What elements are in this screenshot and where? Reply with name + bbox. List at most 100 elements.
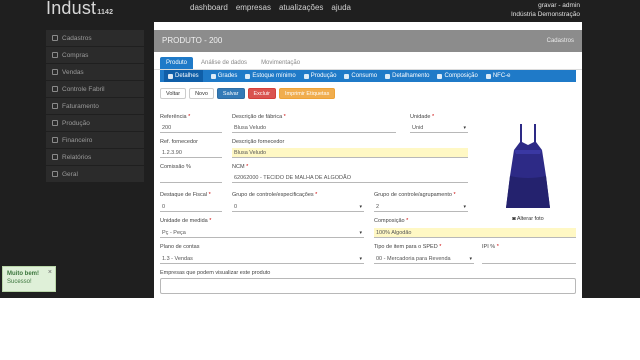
subtab-estoque[interactable]: Estoque mínimo [245,73,296,79]
grouping-label: Grupo de controle/agrupamento * [374,192,456,198]
top-nav: dashboard empresas atualizações ajuda [190,3,351,12]
chevron-down-icon: ▾ [359,230,362,236]
close-icon[interactable]: × [48,269,52,277]
product-photo [480,118,576,214]
measure-unit-label: Unidade de medida * [160,218,212,224]
list-icon [168,73,173,79]
subtab-detalhes[interactable]: Detalhes [164,70,203,82]
supplier-ref-field[interactable]: 1.2.3.90 [160,148,222,158]
supplier-desc-label: Descrição fornecedor [232,139,285,145]
top-bar: Indust1142 dashboard empresas atualizaçõ… [0,0,640,22]
supplier-desc-field[interactable]: Blusa Veludo [232,148,468,158]
sped-type-select[interactable]: 00 - Mercadoria para Revenda ▾ [374,254,474,264]
control-group-select[interactable]: 0 ▾ [232,202,364,212]
sidebar-item-geral[interactable]: Geral [46,166,144,183]
subtab-nfce[interactable]: NFC-e [485,73,511,79]
money-icon [52,137,58,143]
fiscal-label: Destaque de Fiscal * [160,192,211,198]
nav-ajuda[interactable]: ajuda [331,3,351,12]
sidebar: Cadastros Compras Vendas Controle Fabril… [46,30,144,183]
sidebar-item-relatorios[interactable]: Relatórios [46,149,144,166]
unit-label: Unidade * [410,114,435,120]
change-photo-button[interactable]: ◙ Alterar foto [476,216,580,224]
sidebar-item-cadastros[interactable]: Cadastros [46,30,144,47]
subtab-grades[interactable]: Grades [210,73,237,79]
camera-icon: ◙ [512,216,516,222]
chevron-down-icon: ▾ [469,256,472,262]
sidebar-item-controle-fabril[interactable]: Controle Fabril [46,81,144,98]
new-button[interactable]: Novo [189,88,214,99]
invoice-icon [52,103,58,109]
app-logo[interactable]: Indust1142 [46,0,113,19]
description-field[interactable]: Blusa Veludo [232,123,396,133]
fiscal-field[interactable]: 0 [160,202,222,212]
receipt-icon [485,73,491,79]
chart-of-accounts-select[interactable]: 1.3 - Vendas ▾ [160,254,364,264]
commission-label: Comissão % [160,164,191,170]
nav-empresas[interactable]: empresas [236,3,271,12]
tab-bar: Produto Análise de dados Movimentação [154,52,582,70]
subtab-consumo[interactable]: Consumo [344,73,377,79]
sidebar-item-vendas[interactable]: Vendas [46,64,144,81]
chevron-down-icon: ▾ [463,125,466,131]
report-icon [52,154,58,160]
sidebar-item-producao[interactable]: Produção [46,115,144,132]
grid-icon [52,171,58,177]
back-button[interactable]: Voltar [160,88,187,99]
right-gutter [582,22,640,298]
gear-icon [52,120,58,126]
commission-field[interactable] [160,173,222,183]
breadcrumb-link[interactable]: Cadastros [547,30,574,52]
tab-analise[interactable]: Análise de dados [195,57,253,69]
chevron-down-icon: ▾ [359,256,362,262]
ipi-field[interactable] [482,254,576,264]
subtab-composicao[interactable]: Composição [437,73,478,79]
page-footer-area [0,298,640,360]
chart-of-accounts-label: Plano de contas [160,244,200,250]
nav-atualizacoes[interactable]: atualizações [279,3,323,12]
save-button[interactable]: Salvar [216,88,245,99]
page-title-bar: PRODUTO - 200 Cadastros [154,30,582,52]
tag-icon [385,73,391,79]
ipi-label: IPI % * [482,244,499,250]
user-box[interactable]: gravar - admin Indústria Demonstração [511,1,580,19]
reference-field[interactable]: 200 [160,123,222,133]
sidebar-item-compras[interactable]: Compras [46,47,144,64]
tab-movimentacao[interactable]: Movimentação [255,57,306,69]
cart-icon [52,52,58,58]
subtab-detalhamento[interactable]: Detalhamento [385,73,429,79]
delete-button[interactable]: Excluir [247,88,277,99]
layers-icon [437,73,443,79]
control-group-label: Grupo de controle/especificações * [232,192,318,198]
grouping-select[interactable]: 2 ▾ [374,202,468,212]
toast-message: Sucesso! [7,279,32,285]
composition-field[interactable]: 100% Algodão [374,228,576,238]
tab-produto[interactable]: Produto [160,57,194,69]
gear-icon [303,73,309,79]
cart-icon [344,73,350,79]
nav-dashboard[interactable]: dashboard [190,3,228,12]
supplier-ref-label: Ref. fornecedor [160,139,198,145]
ncm-label: NCM * [232,164,249,170]
sidebar-item-faturamento[interactable]: Faturamento [46,98,144,115]
user-company: Indústria Demonstração [510,11,580,18]
action-toolbar: Voltar Novo Salvar Excluir Imprimir Etiq… [154,82,582,104]
reference-label: Referência * [160,114,191,120]
ncm-field[interactable]: 62062000 - TECIDO DE MALHA DE ALGODÃO [232,173,468,183]
toast-title: Muito bem! [7,271,39,277]
measure-unit-select[interactable]: Pç - Peça ▾ [160,228,364,238]
success-toast: × Muito bem! Sucesso! [2,266,56,292]
composition-label: Composição * [374,218,409,224]
chevron-down-icon: ▾ [463,204,466,210]
page-title: PRODUTO - 200 [162,36,223,45]
unit-select[interactable]: Unid ▾ [410,123,468,133]
folder-icon [52,35,58,41]
chevron-down-icon: ▾ [359,204,362,210]
visibility-field[interactable] [160,278,576,294]
sidebar-item-financeiro[interactable]: Financeiro [46,132,144,149]
visibility-label: Empresas que podem visualizar este produ… [160,270,271,276]
subtab-producao[interactable]: Produção [303,73,336,79]
main-panel: PRODUTO - 200 Cadastros Produto Análise … [154,30,582,298]
print-labels-button[interactable]: Imprimir Etiquetas [279,88,336,99]
sped-type-label: Tipo de item para o SPED * [374,244,442,250]
